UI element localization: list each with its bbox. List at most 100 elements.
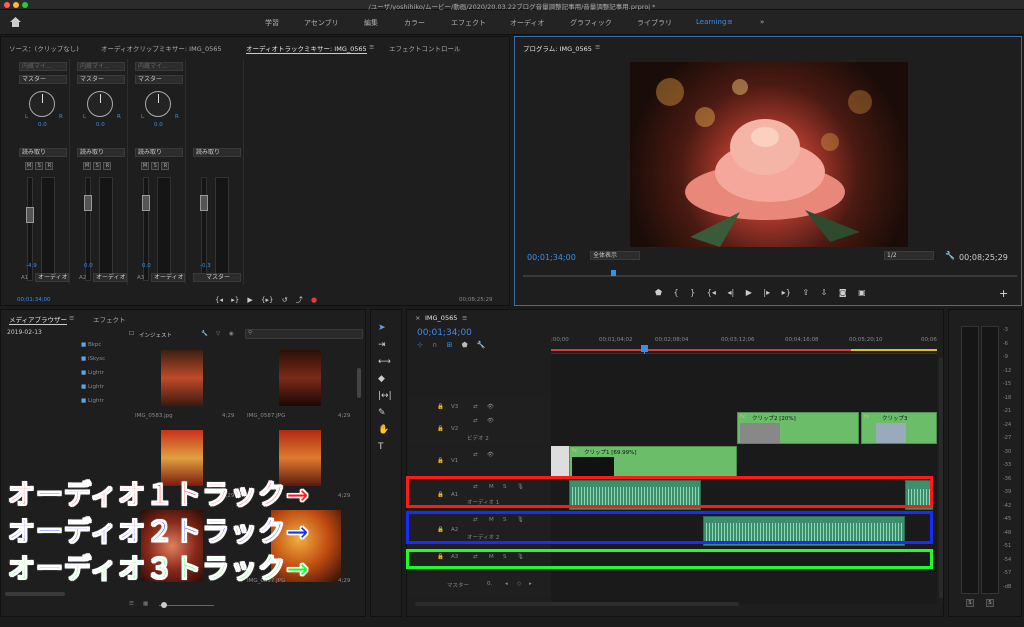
go-to-in-icon[interactable]: {◂ bbox=[707, 288, 716, 297]
pan-knob[interactable] bbox=[145, 91, 171, 117]
output-route-select[interactable]: マスター bbox=[19, 75, 67, 84]
video-clip[interactable]: fx クリップ3 bbox=[861, 412, 937, 444]
volume-fader[interactable] bbox=[84, 195, 92, 211]
workspace-tab-graphics[interactable]: グラフィック bbox=[570, 18, 612, 28]
workspace-menu-icon[interactable]: ≡ bbox=[727, 18, 733, 26]
next-keyframe-icon[interactable]: ▸ bbox=[529, 581, 532, 587]
lock-icon[interactable]: 🔒 bbox=[437, 458, 444, 464]
record-button[interactable]: R bbox=[103, 162, 112, 170]
timeline-timecode[interactable]: 00;01;34;00 bbox=[417, 328, 472, 338]
input-select[interactable]: 内蔵マイ... bbox=[135, 62, 183, 71]
lift-icon[interactable]: ⇪ bbox=[802, 288, 809, 297]
mark-out-icon[interactable]: } bbox=[690, 288, 695, 297]
workspace-tab-assembly[interactable]: アセンブリ bbox=[304, 18, 339, 28]
workspace-overflow-icon[interactable]: » bbox=[760, 18, 764, 26]
volume-value-master[interactable]: -0.3 bbox=[200, 263, 211, 269]
eye-icon[interactable]: 👁 bbox=[487, 404, 494, 410]
solo-button[interactable]: S bbox=[35, 162, 44, 170]
media-thumbnail[interactable] bbox=[161, 350, 203, 406]
type-tool-icon[interactable]: T bbox=[378, 439, 392, 456]
linked-selection-icon[interactable]: ⊞ bbox=[446, 341, 452, 349]
workspace-tab-color[interactable]: カラー bbox=[404, 18, 425, 28]
volume-value-a2[interactable]: 0.0 bbox=[84, 263, 93, 269]
workspace-tab-learning[interactable]: Learning bbox=[696, 18, 726, 26]
export-icon[interactable]: ⤴ bbox=[296, 296, 303, 304]
close-sequence-icon[interactable]: × bbox=[415, 314, 420, 322]
program-timecode[interactable]: 00;01;34;00 bbox=[527, 253, 576, 262]
extract-icon[interactable]: ⇩ bbox=[821, 288, 828, 297]
mark-in-icon[interactable]: { bbox=[674, 288, 679, 297]
panel-menu-icon[interactable]: ≡ bbox=[595, 43, 600, 51]
sync-lock-icon[interactable]: ⇄ bbox=[473, 404, 478, 410]
tab-media-browser[interactable]: メディアブラウザー bbox=[9, 314, 68, 325]
tab-program[interactable]: プログラム: IMG_0565 bbox=[523, 43, 592, 53]
volume-fader[interactable] bbox=[200, 195, 208, 211]
search-input[interactable]: ⚲ bbox=[245, 329, 363, 339]
volume-fader[interactable] bbox=[26, 207, 34, 223]
playback-resolution-select[interactable]: 1/2 bbox=[884, 251, 934, 260]
go-to-out-icon[interactable]: ▸} bbox=[782, 288, 791, 297]
video-clip[interactable]: fx クリップ1 [69.99%] bbox=[569, 446, 737, 478]
tree-scrollbar[interactable] bbox=[5, 592, 65, 596]
eye-icon[interactable]: 👁 bbox=[487, 452, 494, 458]
hand-tool-icon[interactable]: ✋ bbox=[378, 422, 392, 439]
workspace-tab-audio[interactable]: オーディオ bbox=[510, 18, 545, 28]
mixer-timecode[interactable]: 00;01;34;00 bbox=[17, 297, 51, 303]
lock-icon[interactable]: 🔒 bbox=[437, 426, 444, 432]
view-icon[interactable]: ◉ bbox=[229, 331, 234, 337]
automation-mode-select[interactable]: 読み取り bbox=[135, 148, 183, 157]
vertical-scrollbar[interactable] bbox=[357, 368, 361, 398]
pan-value[interactable]: 0.0 bbox=[38, 122, 47, 128]
tab-effects[interactable]: エフェクト bbox=[93, 314, 126, 324]
marker-icon[interactable]: ⬟ bbox=[462, 341, 468, 349]
program-scrubber[interactable] bbox=[523, 275, 1017, 277]
mute-button[interactable]: M bbox=[141, 162, 149, 170]
volume-value-a3[interactable]: 0.0 bbox=[142, 263, 151, 269]
pan-value[interactable]: 0.0 bbox=[154, 122, 163, 128]
step-back-icon[interactable]: ◂| bbox=[727, 288, 734, 297]
ingest-checkbox[interactable]: ☐ bbox=[129, 331, 134, 337]
tab-sequence[interactable]: IMG_0565 bbox=[425, 314, 457, 322]
timeline-horizontal-scrollbar[interactable] bbox=[415, 602, 739, 606]
add-marker-icon[interactable]: ⬟ bbox=[655, 288, 662, 297]
play-in-out-icon[interactable]: {▸} bbox=[261, 296, 273, 304]
tab-audio-track-mixer[interactable]: オーディオトラックミキサー: IMG_0565 bbox=[246, 43, 367, 54]
tab-source[interactable]: ソース：(クリップなし) bbox=[9, 43, 79, 53]
sync-lock-icon[interactable]: ⇄ bbox=[473, 418, 478, 424]
automation-mode-select[interactable]: 読み取り bbox=[19, 148, 67, 157]
master-volume[interactable]: 0. bbox=[487, 581, 492, 587]
workspace-tab-effects[interactable]: エフェクト bbox=[451, 18, 486, 28]
add-button-icon[interactable]: + bbox=[999, 287, 1008, 300]
go-to-in-icon[interactable]: {◂ bbox=[215, 296, 223, 304]
wrench-icon[interactable]: 🔧 bbox=[201, 331, 208, 337]
lock-icon[interactable]: 🔒 bbox=[437, 404, 444, 410]
step-forward-icon[interactable]: |▸ bbox=[763, 288, 770, 297]
slip-tool-icon[interactable]: |↔| bbox=[378, 388, 392, 405]
compare-icon[interactable]: ▣ bbox=[858, 288, 866, 297]
solo-button[interactable]: S bbox=[151, 162, 160, 170]
folder-item[interactable]: ■ Lightr bbox=[81, 370, 104, 376]
solo-right-button[interactable]: S bbox=[986, 599, 994, 607]
volume-value-a1[interactable]: -4.9 bbox=[26, 263, 37, 269]
nest-icon[interactable]: ⊹ bbox=[417, 341, 423, 349]
loop-icon[interactable]: ↺ bbox=[282, 296, 288, 304]
automation-mode-select[interactable]: 読み取り bbox=[193, 148, 241, 157]
program-video-frame[interactable] bbox=[630, 62, 908, 247]
output-route-select[interactable]: マスター bbox=[135, 75, 183, 84]
workspace-tab-libraries[interactable]: ライブラリ bbox=[637, 18, 672, 28]
filter-icon[interactable]: ▽ bbox=[216, 331, 220, 337]
playhead-handle[interactable] bbox=[641, 345, 648, 352]
zoom-slider[interactable] bbox=[159, 605, 214, 606]
wrench-icon[interactable]: 🔧 bbox=[945, 251, 955, 260]
input-select[interactable]: 内蔵マイ... bbox=[77, 62, 125, 71]
volume-fader[interactable] bbox=[142, 195, 150, 211]
selection-tool-icon[interactable]: ➤ bbox=[378, 320, 392, 337]
pan-knob[interactable] bbox=[29, 91, 55, 117]
time-ruler[interactable]: ;00;00 00;01;04;02 00;02;08;04 00;03;12;… bbox=[551, 334, 937, 354]
track-select-tool-icon[interactable]: ⇥ bbox=[378, 337, 392, 354]
workspace-tab-editing[interactable]: 編集 bbox=[364, 18, 378, 28]
output-route-select[interactable]: マスター bbox=[77, 75, 125, 84]
media-thumbnail[interactable] bbox=[279, 350, 321, 406]
add-keyframe-icon[interactable]: ◇ bbox=[517, 581, 521, 587]
pan-knob[interactable] bbox=[87, 91, 113, 117]
